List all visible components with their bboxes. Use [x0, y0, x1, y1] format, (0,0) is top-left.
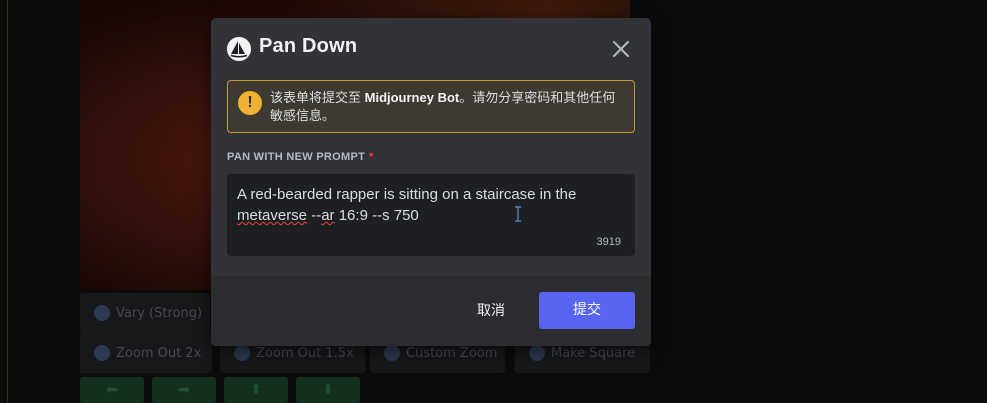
expand-icon	[529, 345, 545, 361]
magnifier-icon	[94, 345, 110, 361]
pan-down-button[interactable]: ⬇	[296, 377, 360, 403]
pan-right-button[interactable]: ➡	[152, 377, 216, 403]
modal-title: Pan Down	[259, 35, 358, 57]
bot-name: Midjourney Bot	[364, 90, 460, 105]
warning-text: 该表单将提交至 Midjourney Bot。请勿分享密码和其他任何敏感信息。	[270, 90, 616, 123]
pan-left-button[interactable]: ⬅	[80, 377, 144, 403]
prompt-value[interactable]: A red-bearded rapper is sitting on a sta…	[237, 184, 617, 226]
warning-icon: !	[238, 91, 262, 115]
modal-header: Pan Down	[227, 35, 635, 67]
privacy-warning: ! 该表单将提交至 Midjourney Bot。请勿分享密码和其他任何敏感信息…	[227, 80, 635, 133]
text-cursor-icon	[514, 206, 522, 222]
magnifier-icon	[234, 345, 250, 361]
midjourney-bot-avatar-icon	[227, 37, 251, 61]
pan-up-button[interactable]: ⬆	[224, 377, 288, 403]
close-icon[interactable]	[611, 39, 631, 59]
prompt-textarea[interactable]: A red-bearded rapper is sitting on a sta…	[227, 174, 635, 256]
zoom-out-2x-button[interactable]: Zoom Out 2x	[80, 333, 212, 373]
modal-footer: 取消 提交	[211, 276, 651, 346]
character-count: 3919	[596, 236, 621, 248]
magnifier-icon	[384, 345, 400, 361]
pan-down-modal: Pan Down ! 该表单将提交至 Midjourney Bot。请勿分享密码…	[211, 18, 651, 346]
vary-strong-button[interactable]: Vary (Strong)	[80, 293, 210, 333]
cancel-button[interactable]: 取消	[461, 293, 521, 329]
background-divider	[7, 0, 8, 403]
required-mark: *	[369, 151, 374, 163]
submit-button[interactable]: 提交	[539, 292, 635, 329]
magic-wand-icon	[94, 305, 110, 321]
prompt-field-label: PAN WITH NEW PROMPT *	[227, 151, 374, 163]
